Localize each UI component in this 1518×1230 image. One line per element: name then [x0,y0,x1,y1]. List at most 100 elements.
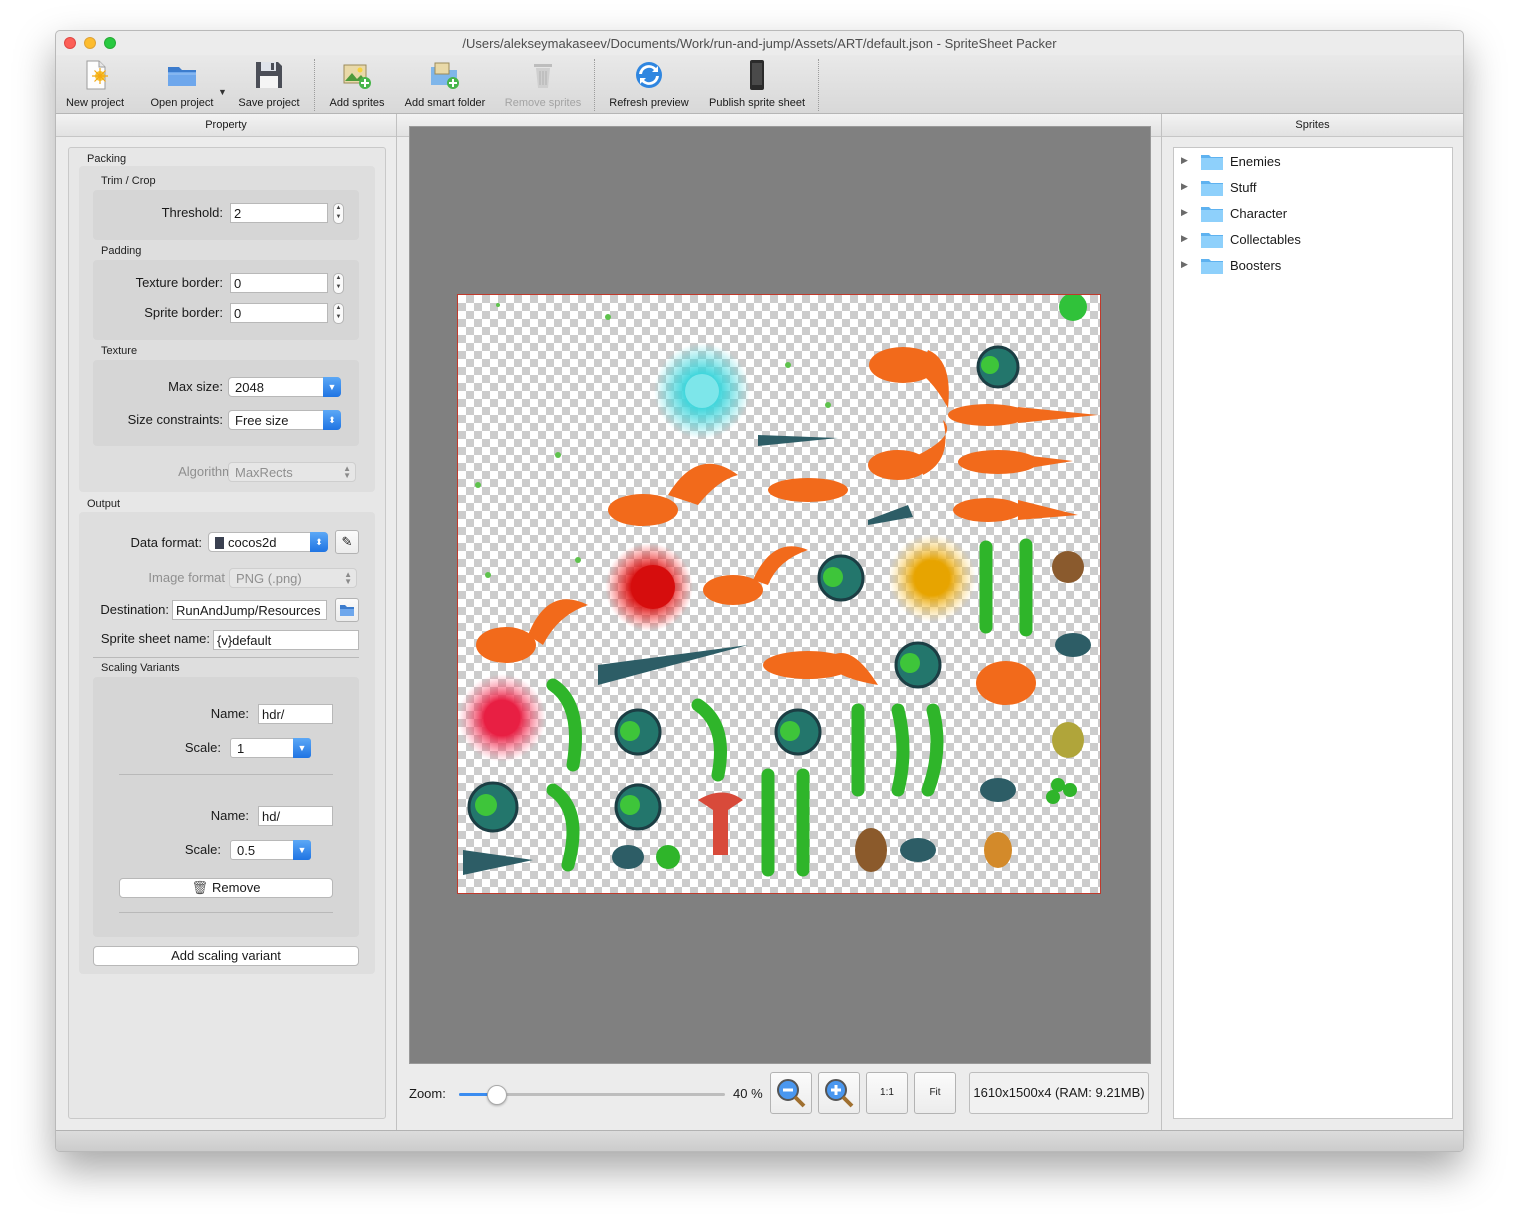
chevron-updown-icon: ⬍ [310,532,328,552]
refresh-preview-button[interactable]: Refresh preview [608,59,690,111]
texture-border-field[interactable]: 0 [230,273,328,293]
divider [93,657,359,658]
texture-border-stepper[interactable]: ▲ ▼ [333,273,344,294]
data-format-select[interactable]: cocos2d ⬍ [208,532,328,552]
sprite-border-field[interactable]: 0 [230,303,328,323]
divider [119,774,333,775]
size-constraints-select[interactable]: Free size ⬍ [228,410,341,430]
toolbar-separator [314,59,315,111]
chevron-down-icon: ▼ [293,738,311,758]
tree-item-label: Stuff [1230,180,1257,195]
image-format-label: Image format [148,570,225,585]
window-title: /Users/alekseymakaseev/Documents/Work/ru… [462,36,1057,51]
add-smart-folder-button[interactable]: Add smart folder [402,59,488,111]
variant-scale-select[interactable]: 1 ▼ [230,738,311,758]
new-project-label: New project [65,97,125,109]
disclosure-triangle-icon[interactable]: ▶ [1181,259,1188,270]
browse-destination-button[interactable] [335,598,359,622]
tree-row-character[interactable]: ▶ Character [1174,201,1452,227]
remove-sprites-label: Remove sprites [504,97,582,109]
toolbar: New project Open project ▼ Save project [56,55,1463,114]
chevron-down-icon: ▼ [323,377,341,397]
tools-icon: ✎ [341,534,353,549]
trash-icon [534,64,552,88]
new-project-button[interactable]: New project [62,59,128,111]
preview-canvas[interactable] [409,126,1151,1064]
texture-group: Max size: 2048 ▼ Size constraints: Free s… [93,360,359,446]
data-format-value: cocos2d [228,535,277,550]
packing-group: Trim / Crop Threshold: 2 ▲ ▼ Padding Text… [79,166,375,492]
refresh-preview-label: Refresh preview [609,97,689,109]
add-sprites-button[interactable]: Add sprites [324,59,390,111]
packing-group-title: Packing [87,153,127,165]
title-bar: /Users/alekseymakaseev/Documents/Work/ru… [56,31,1463,55]
destination-field[interactable]: RunAndJump/Resources [172,600,327,620]
destination-label: Destination: [100,602,169,617]
variant-name-label: Name: [210,706,249,721]
threshold-label: Threshold: [161,205,223,220]
open-project-dropdown-icon[interactable]: ▼ [218,87,227,97]
disclosure-triangle-icon[interactable]: ▶ [1181,155,1188,166]
tree-row-boosters[interactable]: ▶ Boosters [1174,253,1452,279]
tree-row-collectables[interactable]: ▶ Collectables [1174,227,1452,253]
zoom-out-icon [777,1079,806,1108]
chevron-updown-icon: ⬍ [323,410,341,430]
actual-size-button[interactable]: 1:1 [866,1072,908,1114]
disclosure-triangle-icon[interactable]: ▶ [1181,181,1188,192]
fit-button[interactable]: Fit [914,1072,956,1114]
threshold-stepper[interactable]: ▲ ▼ [333,203,344,224]
sprite-border-label: Sprite border: [144,305,223,320]
chevron-down-icon: ▼ [293,840,311,860]
tree-item-label: Character [1230,206,1288,221]
trash-icon: 🗑 [191,880,209,895]
panel-splitter[interactable] [1161,114,1162,1130]
image-format-select[interactable]: PNG (.png) ▲ ▼ [229,568,357,588]
trim-crop-title: Trim / Crop [101,175,156,187]
save-project-label: Save project [238,97,300,109]
folder-icon [340,605,354,616]
variant-scale-value: 1 [237,741,245,756]
add-scaling-variant-button[interactable]: Add scaling variant [93,946,359,966]
tree-item-label: Collectables [1230,232,1301,247]
status-bar [56,1130,1463,1151]
folder-icon [1201,181,1223,196]
open-project-button[interactable]: Open project [146,59,218,111]
zoom-in-button[interactable] [818,1072,860,1114]
sprite-sheet-preview[interactable] [457,294,1101,894]
add-sprites-label: Add sprites [329,97,385,109]
sprite-border-stepper[interactable]: ▲ ▼ [333,303,344,324]
save-project-button[interactable]: Save project [236,59,302,111]
tree-row-stuff[interactable]: ▶ Stuff [1174,175,1452,201]
open-project-label: Open project [150,97,214,109]
panel-splitter[interactable] [396,114,397,1130]
property-panel-header: Property [56,114,396,137]
tree-item-label: Enemies [1230,154,1281,169]
chevron-updown-icon: ▲ ▼ [344,570,352,586]
sprites-tree[interactable]: ▶ Enemies ▶ Stuff ▶ Character ▶ Collecta… [1173,147,1453,1119]
remove-variant-button[interactable]: 🗑 Remove [119,878,333,898]
sprite-sheet-name-label: Sprite sheet name: [100,631,210,646]
variant-name-field[interactable]: hd/ [258,806,333,826]
remove-sprites-button[interactable]: Remove sprites [502,59,584,111]
tree-item-label: Boosters [1230,258,1282,273]
output-group-title: Output [87,498,121,510]
variant-name-field[interactable]: hdr/ [258,704,333,724]
zoom-slider-knob[interactable] [487,1085,507,1105]
texture-info: 1610x1500x4 (RAM: 9.21MB) [969,1072,1149,1114]
sprite-sheet-name-field[interactable]: {v}default [213,630,359,650]
max-size-value: 2048 [235,380,264,395]
threshold-field[interactable]: 2 [230,203,328,223]
zoom-out-button[interactable] [770,1072,812,1114]
disclosure-triangle-icon[interactable]: ▶ [1181,207,1188,218]
data-format-settings-button[interactable]: ✎ [335,530,359,554]
floppy-disk-icon [256,62,282,88]
max-size-select[interactable]: 2048 ▼ [228,377,341,397]
divider [119,912,333,913]
algorithm-select[interactable]: MaxRects ▲ ▼ [228,462,356,482]
publish-sprite-sheet-button[interactable]: Publish sprite sheet [704,59,810,111]
tree-row-enemies[interactable]: ▶ Enemies [1174,149,1452,175]
disclosure-triangle-icon[interactable]: ▶ [1181,233,1188,244]
variant-scale-select[interactable]: 0.5 ▼ [230,840,311,860]
folder-icon [1201,259,1223,274]
add-image-icon [343,64,371,89]
